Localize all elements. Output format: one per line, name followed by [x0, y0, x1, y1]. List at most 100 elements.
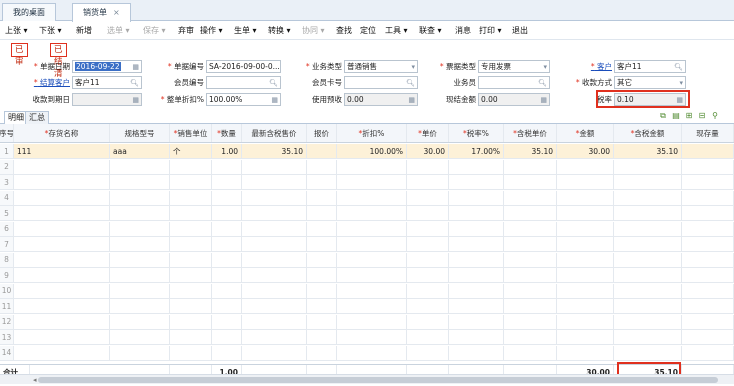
cell-col-spec[interactable] — [110, 345, 170, 360]
cell-col-amount[interactable] — [557, 252, 614, 267]
cell-col-amount[interactable] — [557, 159, 614, 174]
cell-col-unit-price[interactable] — [407, 268, 449, 282]
cell-col-discount[interactable] — [337, 237, 407, 251]
cell-col-tax-amount[interactable] — [614, 330, 682, 344]
message-button[interactable]: 消息 — [455, 25, 471, 36]
code-field[interactable]: SA-2016-09-00-0... — [206, 60, 281, 73]
cell-col-unit[interactable] — [170, 314, 212, 329]
cell-col-amount[interactable] — [557, 237, 614, 251]
cell-col-tax-rate[interactable] — [449, 159, 504, 174]
close-icon[interactable]: × — [113, 8, 120, 17]
calendar-icon[interactable]: ▦ — [132, 62, 139, 72]
cell-col-quote[interactable] — [307, 299, 337, 313]
cell-col-unit-price[interactable] — [407, 221, 449, 236]
cell-col-tax-unit-price[interactable] — [504, 252, 557, 267]
cell-col-unit-price[interactable] — [407, 345, 449, 360]
cell-col-latest-price[interactable] — [242, 252, 307, 267]
cell-col-tax-unit-price[interactable] — [504, 345, 557, 360]
cell-col-tax-rate[interactable] — [449, 345, 504, 360]
cell-col-unit-price[interactable] — [407, 283, 449, 298]
cell-col-qty[interactable] — [212, 345, 242, 360]
search-icon[interactable]: 🔍︎ — [406, 78, 415, 88]
cell-col-latest-price[interactable] — [242, 237, 307, 251]
cell-col-tax-rate[interactable] — [449, 252, 504, 267]
cell-col-item-name[interactable] — [14, 299, 110, 313]
calculator-icon[interactable]: ▦ — [408, 95, 415, 105]
cell-col-quote[interactable] — [307, 283, 337, 298]
cell-col-tax-amount[interactable] — [614, 283, 682, 298]
cell-col-item-name[interactable] — [14, 252, 110, 267]
cell-col-tax-amount[interactable] — [614, 159, 682, 174]
table-row[interactable]: 6 — [0, 221, 734, 237]
cell-col-discount[interactable] — [337, 268, 407, 282]
cell-col-stock[interactable] — [682, 299, 734, 313]
cell-col-tax-unit-price[interactable] — [504, 206, 557, 220]
next-button[interactable]: 下张 ▾ — [39, 25, 62, 36]
header-col-spec[interactable]: 规格型号 — [110, 124, 170, 142]
member-field[interactable]: 🔍︎ — [206, 76, 281, 89]
cell-col-spec[interactable] — [110, 299, 170, 313]
cell-col-qty[interactable] — [212, 252, 242, 267]
tab-my-desktop[interactable]: 我的桌面 — [2, 3, 56, 21]
unaudit-button[interactable]: 弃审 — [178, 25, 194, 36]
header-col-stock[interactable]: 现存量 — [682, 124, 734, 142]
cell-col-item-name[interactable] — [14, 175, 110, 189]
cell-col-qty[interactable] — [212, 268, 242, 282]
operation-button[interactable]: 操作 ▾ — [200, 25, 223, 36]
table-row[interactable]: 9 — [0, 268, 734, 283]
search-icon[interactable]: 🔍︎ — [674, 62, 683, 72]
cell-col-unit-price[interactable] — [407, 159, 449, 174]
cell-col-amount[interactable]: 30.00 — [557, 144, 614, 158]
cell-col-unit-price[interactable] — [407, 175, 449, 189]
cell-col-spec[interactable] — [110, 206, 170, 220]
save-button[interactable]: 保存 ▾ — [143, 25, 166, 36]
cell-col-tax-amount[interactable] — [614, 268, 682, 282]
cell-col-latest-price[interactable] — [242, 314, 307, 329]
cell-col-latest-price[interactable] — [242, 159, 307, 174]
cell-col-stock[interactable] — [682, 237, 734, 251]
cell-col-amount[interactable] — [557, 314, 614, 329]
cell-col-discount[interactable]: 100.00% — [337, 144, 407, 158]
search-icon[interactable]: 🔍︎ — [538, 78, 547, 88]
cell-col-item-name[interactable] — [14, 345, 110, 360]
cell-col-quote[interactable] — [307, 330, 337, 344]
cell-col-latest-price[interactable]: 35.10 — [242, 144, 307, 158]
table-row[interactable]: 4 — [0, 190, 734, 206]
cell-col-quote[interactable] — [307, 175, 337, 189]
cell-col-stock[interactable] — [682, 159, 734, 174]
delete-row-icon[interactable]: ⊟ — [697, 111, 707, 121]
cell-col-tax-rate[interactable]: 17.00% — [449, 144, 504, 158]
cell-col-discount[interactable] — [337, 206, 407, 220]
cell-col-tax-amount[interactable] — [614, 299, 682, 313]
scrollbar-thumb[interactable] — [38, 377, 718, 383]
cell-col-tax-unit-price[interactable] — [504, 283, 557, 298]
cell-col-latest-price[interactable] — [242, 283, 307, 298]
cell-col-item-name[interactable] — [14, 314, 110, 329]
cell-col-tax-rate[interactable] — [449, 175, 504, 189]
cell-col-qty[interactable] — [212, 283, 242, 298]
cell-col-item-name[interactable] — [14, 283, 110, 298]
table-row[interactable]: 1 111 aaa 个 1.00 35.10 100.00% 30.00 17.00% 35.10… — [0, 144, 734, 159]
cell-col-latest-price[interactable] — [242, 206, 307, 220]
cell-col-unit[interactable] — [170, 252, 212, 267]
cell-col-latest-price[interactable] — [242, 268, 307, 282]
cell-col-discount[interactable] — [337, 175, 407, 189]
cell-col-tax-unit-price[interactable] — [504, 330, 557, 344]
cell-col-qty[interactable]: 1.00 — [212, 144, 242, 158]
cell-col-quote[interactable] — [307, 190, 337, 205]
cell-col-quote[interactable] — [307, 314, 337, 329]
cell-col-qty[interactable] — [212, 299, 242, 313]
table-row[interactable]: 7 — [0, 237, 734, 252]
table-row[interactable]: 12 — [0, 314, 734, 330]
cell-col-spec[interactable] — [110, 175, 170, 189]
cell-col-spec[interactable] — [110, 237, 170, 251]
cell-col-tax-rate[interactable] — [449, 190, 504, 205]
cell-col-tax-amount[interactable] — [614, 237, 682, 251]
tab-sales-order[interactable]: 销货单 × — [72, 3, 131, 22]
cell-col-qty[interactable] — [212, 221, 242, 236]
cell-col-tax-rate[interactable] — [449, 206, 504, 220]
cell-col-unit[interactable] — [170, 159, 212, 174]
cell-col-unit-price[interactable] — [407, 330, 449, 344]
cell-col-spec[interactable] — [110, 314, 170, 329]
cell-col-latest-price[interactable] — [242, 221, 307, 236]
